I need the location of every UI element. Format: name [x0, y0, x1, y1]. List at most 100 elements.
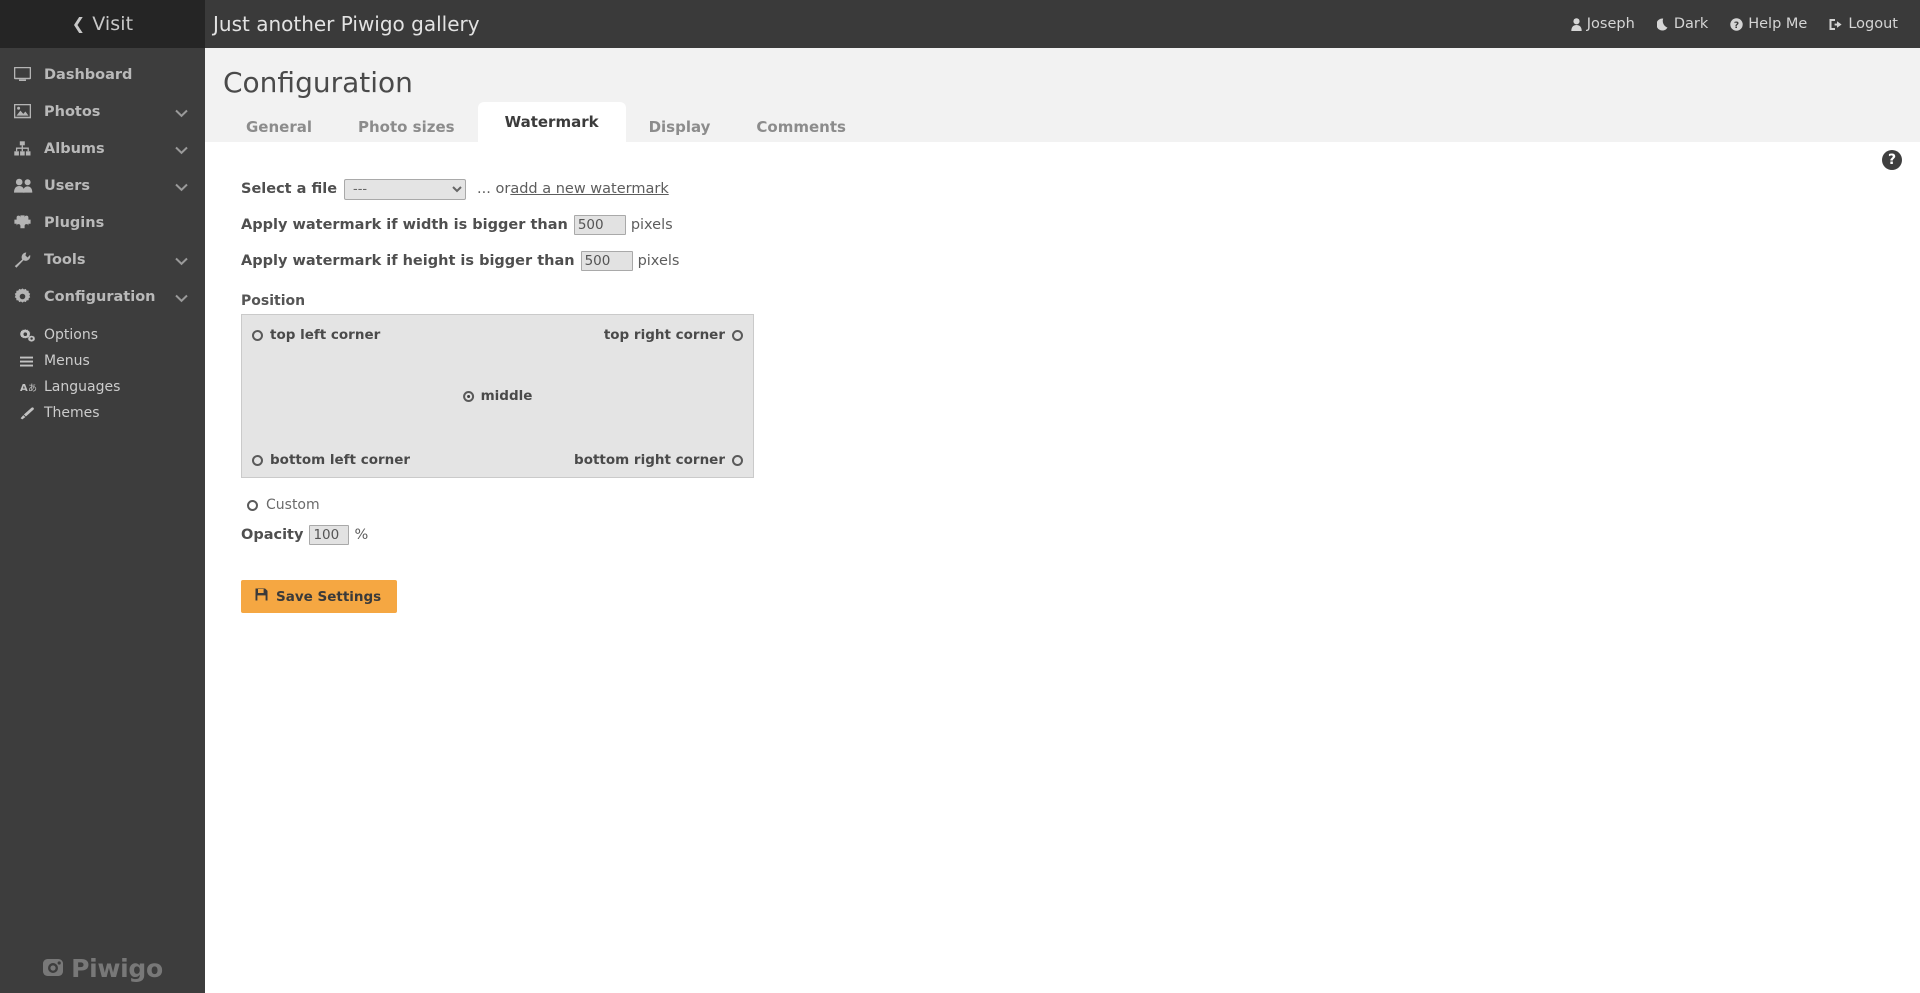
add-new-watermark-link[interactable]: add a new watermark — [510, 181, 668, 197]
monitor-icon — [14, 67, 40, 82]
tab-display[interactable]: Display — [626, 111, 734, 142]
sidebar-item-tools[interactable]: Tools — [0, 241, 205, 278]
image-icon — [14, 104, 40, 119]
height-unit-label: pixels — [637, 253, 680, 269]
height-threshold-row: Apply watermark if height is bigger than… — [241, 246, 754, 276]
sidebar-item-albums[interactable]: Albums — [0, 130, 205, 167]
save-settings-label: Save Settings — [276, 588, 382, 605]
height-threshold-label: Apply watermark if height is bigger than — [241, 253, 575, 269]
language-icon: Aあ — [20, 381, 42, 393]
sitemap-icon — [14, 141, 40, 156]
gears-icon — [20, 328, 42, 342]
position-option-middle[interactable]: middle — [462, 388, 533, 404]
opacity-label: Opacity — [241, 527, 304, 543]
logout-link[interactable]: Logout — [1829, 16, 1898, 32]
users-icon — [14, 178, 40, 193]
piwigo-logo-text: Piwigo — [71, 954, 163, 983]
help-me-link[interactable]: ? Help Me — [1730, 16, 1807, 32]
sidebar-item-configuration[interactable]: Configuration — [0, 278, 205, 315]
logout-icon — [1829, 18, 1843, 31]
chevron-down-icon — [175, 139, 188, 158]
sidebar-item-label: Configuration — [44, 288, 156, 305]
radio-bottom-right[interactable] — [732, 454, 743, 466]
sidebar-subitem-label: Menus — [44, 353, 90, 369]
custom-label: Custom — [266, 497, 320, 513]
opacity-row: Opacity % — [241, 525, 754, 545]
opacity-unit-label: % — [354, 527, 369, 543]
chevron-down-icon — [175, 250, 188, 269]
sidebar-subitem-themes[interactable]: Themes — [0, 400, 205, 426]
chevron-left-icon: ❮ — [71, 14, 86, 33]
sidebar-subitem-options[interactable]: Options — [0, 322, 205, 348]
position-label: top left corner — [270, 327, 381, 343]
page-header: Configuration General Photo sizes Waterm… — [205, 48, 1920, 142]
custom-position-option[interactable]: Custom — [247, 497, 754, 513]
position-label: bottom left corner — [270, 452, 411, 468]
main-content: Configuration General Photo sizes Waterm… — [205, 48, 1920, 993]
sidebar-item-label: Plugins — [44, 214, 105, 231]
aperture-icon — [42, 956, 64, 982]
position-option-top-right[interactable]: top right corner — [604, 327, 743, 343]
tab-general[interactable]: General — [223, 111, 335, 142]
chevron-down-icon — [175, 287, 188, 306]
logout-label: Logout — [1848, 16, 1898, 32]
sidebar-subitem-label: Options — [44, 327, 99, 343]
position-label: bottom right corner — [574, 452, 725, 468]
sidebar-subitem-menus[interactable]: Menus — [0, 348, 205, 374]
gear-icon — [14, 288, 40, 305]
help-icon[interactable]: ? — [1882, 150, 1902, 170]
piwigo-logo: Piwigo — [0, 954, 205, 983]
dark-mode-toggle[interactable]: Dark — [1656, 16, 1708, 32]
tab-bar: General Photo sizes Watermark Display Co… — [223, 102, 869, 142]
gallery-title: Just another Piwigo gallery — [213, 12, 480, 36]
tab-photo-sizes[interactable]: Photo sizes — [335, 111, 478, 142]
moon-icon — [1656, 18, 1669, 31]
sidebar-item-label: Albums — [44, 140, 105, 157]
position-section-label: Position — [241, 293, 306, 309]
or-text: ... or — [477, 181, 511, 197]
sidebar-item-plugins[interactable]: Plugins — [0, 204, 205, 241]
position-option-top-left[interactable]: top left corner — [252, 327, 380, 343]
svg-text:A: A — [20, 383, 28, 393]
tab-watermark[interactable]: Watermark — [477, 102, 626, 142]
svg-text:あ: あ — [28, 383, 37, 393]
width-threshold-row: Apply watermark if width is bigger than … — [241, 210, 754, 240]
sidebar-item-label: Dashboard — [44, 66, 133, 83]
hamburger-icon — [20, 356, 42, 367]
sidebar-item-photos[interactable]: Photos — [0, 93, 205, 130]
page-title: Configuration — [223, 66, 413, 99]
chevron-down-icon — [175, 176, 188, 195]
visit-link[interactable]: ❮ Visit — [0, 0, 205, 48]
save-settings-button[interactable]: Save Settings — [241, 580, 398, 613]
select-file-row: Select a file --- ... or add a new water… — [241, 174, 754, 204]
width-unit-label: pixels — [630, 217, 673, 233]
watermark-form-panel: ? Select a file --- ... or add a new wat… — [205, 142, 1920, 993]
user-menu-joseph[interactable]: Joseph — [1571, 16, 1635, 32]
sidebar-subitem-languages[interactable]: Aあ Languages — [0, 374, 205, 400]
paintbrush-icon — [20, 406, 42, 420]
width-threshold-input[interactable] — [573, 215, 626, 235]
position-option-bottom-right[interactable]: bottom right corner — [574, 452, 743, 468]
watermark-form: Select a file --- ... or add a new water… — [241, 174, 754, 613]
position-label: top right corner — [603, 327, 725, 343]
sidebar: Dashboard Photos Albums Users Plugins To… — [0, 48, 205, 993]
floppy-disk-icon — [255, 588, 268, 605]
position-option-bottom-left[interactable]: bottom left corner — [252, 452, 410, 468]
position-label: middle — [480, 388, 533, 404]
watermark-file-select[interactable]: --- — [344, 178, 467, 200]
radio-top-right[interactable] — [732, 329, 743, 341]
sidebar-subitem-label: Languages — [44, 379, 121, 395]
radio-middle[interactable] — [462, 390, 474, 402]
sidebar-item-users[interactable]: Users — [0, 167, 205, 204]
question-circle-icon: ? — [1730, 17, 1743, 31]
opacity-input[interactable] — [309, 525, 350, 545]
radio-custom[interactable] — [247, 499, 258, 511]
height-threshold-input[interactable] — [580, 251, 633, 271]
chevron-down-icon — [175, 102, 188, 121]
help-me-label: Help Me — [1748, 16, 1808, 32]
radio-bottom-left[interactable] — [252, 454, 263, 466]
radio-top-left[interactable] — [252, 329, 263, 341]
sidebar-item-dashboard[interactable]: Dashboard — [0, 56, 205, 93]
tab-comments[interactable]: Comments — [733, 111, 869, 142]
select-file-label: Select a file — [241, 181, 338, 197]
